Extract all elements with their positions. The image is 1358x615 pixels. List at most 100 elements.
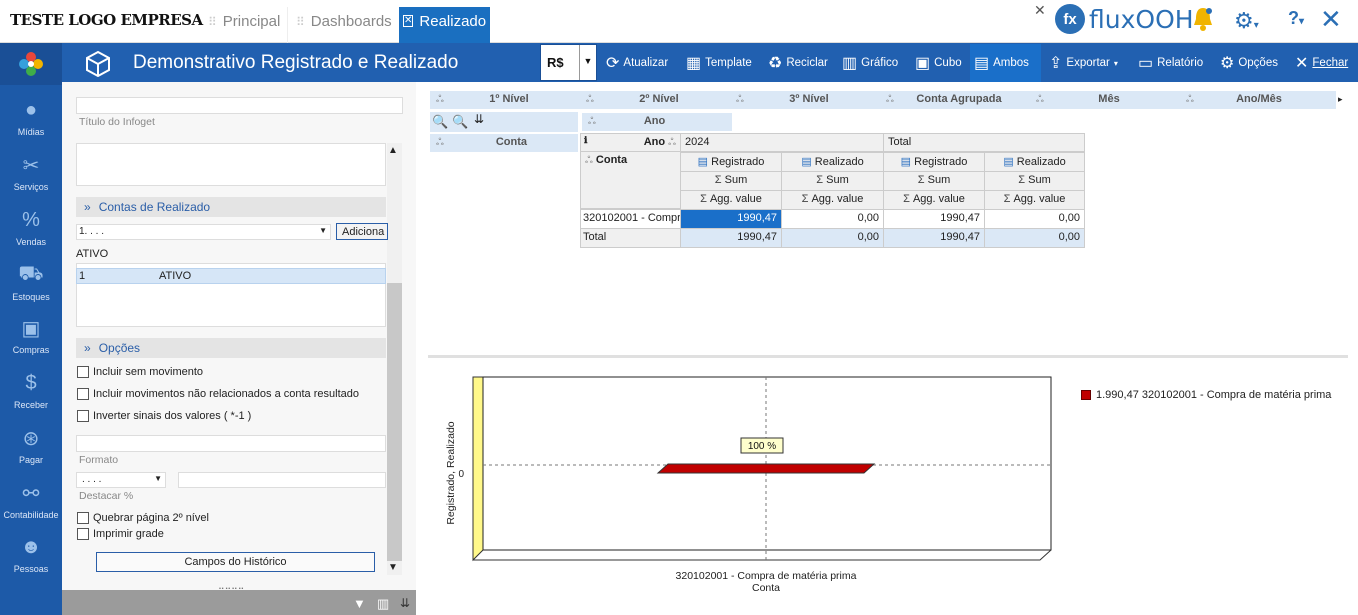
header-label: Sum [826, 174, 849, 186]
data-cell[interactable]: 0,00 [984, 209, 1085, 229]
inverter-sinais-checkbox[interactable]: Inverter sinais dos valores ( *-1 ) [77, 410, 251, 422]
adiciona-button[interactable]: Adiciona [336, 223, 388, 240]
chevron-down-icon: ▼ [154, 474, 162, 483]
close-small-icon[interactable]: ✕ [1034, 2, 1046, 19]
sum-header[interactable]: Σ Sum [984, 171, 1085, 191]
measure-header[interactable]: ▤ Registrado [680, 152, 782, 172]
tab-realizado[interactable]: ✕ Realizado [399, 7, 490, 43]
filter-field-5[interactable]: ஃ Ano/Mês [1186, 93, 1332, 106]
bell-icon[interactable] [1192, 6, 1214, 32]
close-tab-icon[interactable]: ✕ [403, 15, 414, 27]
x-axis-label: Conta [752, 582, 780, 594]
campos-historico-button[interactable]: Campos do Histórico [96, 552, 375, 572]
fechar-button[interactable]: ✕ Fechar [1291, 44, 1352, 82]
titulo-input[interactable] [76, 97, 403, 114]
data-cell[interactable]: 0,00 [781, 228, 884, 248]
imprimir-grade-checkbox[interactable]: Imprimir grade [77, 528, 164, 540]
close-app-icon[interactable]: ✕ [1320, 4, 1342, 35]
measure-header[interactable]: ▤ Realizado [781, 152, 884, 172]
grafico-button[interactable]: ▥ Gráfico [838, 44, 902, 82]
data-cell[interactable]: 0,00 [781, 209, 884, 229]
nav-item-0[interactable]: ● Mídias [0, 95, 62, 138]
settings-gear-icon[interactable]: ⚙▾ [1234, 8, 1259, 34]
filter-field-2[interactable]: ஃ 3º Nível [736, 93, 882, 106]
splitter[interactable] [428, 355, 1348, 358]
nav-item-1[interactable]: ✂ Serviços [0, 150, 62, 193]
data-cell[interactable]: 1990,47 [883, 228, 985, 248]
filter-icon[interactable]: ▼ [353, 596, 366, 611]
atualizar-button[interactable]: ⟳ Atualizar [602, 44, 672, 82]
data-cell[interactable]: 1990,47 [680, 228, 782, 248]
sum-header[interactable]: Σ Sum [883, 171, 985, 191]
exportar-button[interactable]: ⇪ Exportar ▾ [1045, 44, 1122, 82]
chevron-down-icon: ▼ [319, 226, 327, 235]
opcoes-section-header[interactable]: » Opções [76, 338, 386, 358]
formato-label: Formato [79, 454, 119, 466]
row-header[interactable]: 320102001 - Compra de matéria prima [580, 209, 681, 229]
sigma-icon: Σ [1003, 193, 1014, 205]
help-icon[interactable]: ?▾ [1288, 8, 1304, 29]
ano-column-header[interactable]: ℹ Ano ஃ [580, 133, 681, 152]
template-button[interactable]: ▦ Template [682, 44, 756, 82]
contas-select[interactable]: 1. . . . ▼ [76, 224, 331, 240]
app-logo-icon[interactable] [0, 43, 62, 85]
chart-icon[interactable]: ▥ [377, 596, 389, 612]
description-textarea[interactable] [76, 143, 386, 186]
dolly-icon: ⛟ [18, 262, 44, 285]
ambos-button[interactable]: ▤ Ambos [970, 44, 1041, 82]
scrollbar-thumb[interactable] [387, 283, 402, 561]
nav-item-6[interactable]: ⊛ Pagar [0, 423, 62, 466]
opcoes-button[interactable]: ⚙ Opções [1216, 44, 1282, 82]
nav-item-7[interactable]: ⚯ Contabilidade [0, 478, 62, 521]
tab-dashboards[interactable]: ⠿ Dashboards [287, 7, 400, 43]
quebrar-pagina-checkbox[interactable]: Quebrar página 2º nível [77, 512, 209, 524]
destacar-input[interactable] [178, 472, 386, 488]
agg-header[interactable]: Σ Agg. value [984, 190, 1085, 210]
sum-header[interactable]: Σ Sum [781, 171, 884, 191]
filter-field-3[interactable]: ஃ Conta Agrupada [886, 93, 1032, 106]
contas-section-header[interactable]: » Contas de Realizado [76, 197, 386, 217]
data-cell[interactable]: 1990,47 [680, 209, 782, 229]
header-label: Sum [927, 174, 951, 186]
agg-header[interactable]: Σ Agg. value [781, 190, 884, 210]
agg-header[interactable]: Σ Agg. value [680, 190, 782, 210]
sum-header[interactable]: Σ Sum [680, 171, 782, 191]
column-field-ano[interactable]: ஃ Ano [582, 113, 732, 131]
data-cell[interactable]: 0,00 [984, 228, 1085, 248]
destacar-select[interactable]: . . . . ▼ [76, 472, 166, 488]
filter-field-1[interactable]: ஃ 2º Nível [586, 93, 732, 106]
relatorio-button[interactable]: ▭ Relatório [1134, 44, 1207, 82]
row-field-conta[interactable]: ஃ Conta [430, 134, 578, 152]
scroll-up-icon[interactable]: ▲ [388, 145, 398, 156]
measure-header[interactable]: ▤ Realizado [984, 152, 1085, 172]
measure-header[interactable]: ▤ Registrado [883, 152, 985, 172]
data-cell[interactable]: 1990,47 [883, 209, 985, 229]
tab-principal[interactable]: ⠿ Principal [200, 7, 288, 43]
list-item[interactable]: 1 ATIVO [76, 268, 386, 284]
formato-input[interactable] [76, 435, 386, 452]
scroll-right-icon[interactable]: ▸ [1338, 94, 1343, 105]
nav-item-4[interactable]: ▣ Compras [0, 313, 62, 356]
nav-item-5[interactable]: $ Receber [0, 368, 62, 411]
header-label: Agg. value [1013, 193, 1066, 205]
incluir-sem-movimento-checkbox[interactable]: Incluir sem movimento [77, 366, 203, 378]
reciclar-button[interactable]: ♻ Reciclar [764, 44, 832, 82]
agg-header[interactable]: Σ Agg. value [883, 190, 985, 210]
expand-icon[interactable]: ⇊ [400, 596, 410, 610]
nav-item-2[interactable]: % Vendas [0, 205, 62, 248]
filter-field-4[interactable]: ஃ Mês [1036, 93, 1182, 106]
currency-select[interactable]: R$ ▼ [540, 44, 597, 81]
filter-field-0[interactable]: ஃ 1º Nível [436, 93, 582, 106]
chevron-down-icon[interactable]: ▼ [579, 45, 596, 80]
expand-icon[interactable]: ⇊ [474, 112, 484, 126]
nav-item-8[interactable]: ☻ Pessoas [0, 532, 62, 575]
nav-item-3[interactable]: ⛟ Estoques [0, 260, 62, 303]
cubo-button[interactable]: ▣ Cubo [911, 44, 966, 82]
resize-grip-icon[interactable]: ⠒⠒⠒⠒ [218, 584, 244, 595]
conta-row-header[interactable]: ஃ Conta [580, 151, 681, 209]
zoom-settings-icon[interactable]: 🔍 [452, 114, 468, 130]
zoom-icon[interactable]: 🔍 [432, 114, 448, 130]
incluir-nao-relacionados-checkbox[interactable]: Incluir movimentos não relacionados a co… [77, 388, 359, 400]
scroll-down-icon[interactable]: ▼ [388, 562, 398, 573]
row-header[interactable]: Total [580, 228, 681, 248]
